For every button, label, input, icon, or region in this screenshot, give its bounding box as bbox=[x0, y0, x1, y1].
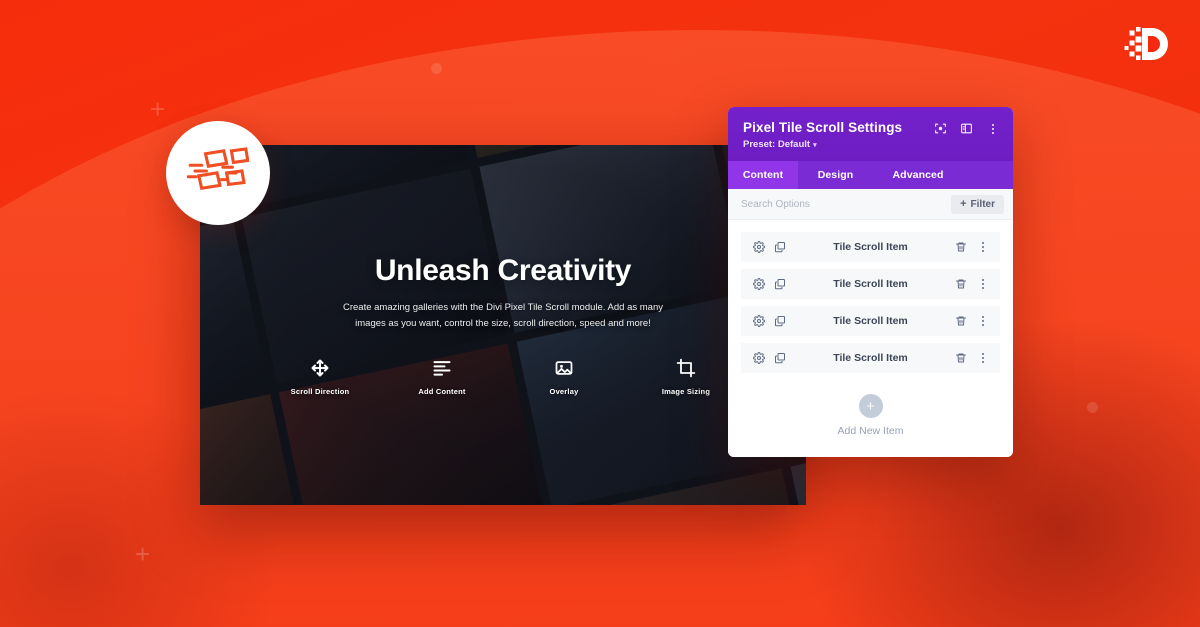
preview-content: Unleash Creativity Create amazing galler… bbox=[200, 145, 806, 505]
gear-icon[interactable] bbox=[753, 278, 765, 290]
filter-label: Filter bbox=[970, 198, 995, 210]
feature-label: Image Sizing bbox=[661, 386, 711, 396]
dot bbox=[981, 353, 984, 355]
gear-icon[interactable] bbox=[753, 352, 765, 364]
add-new-item-label: Add New Item bbox=[837, 425, 904, 437]
trash-icon[interactable] bbox=[955, 278, 967, 290]
duplicate-icon[interactable] bbox=[774, 241, 786, 253]
filter-button[interactable]: + Filter bbox=[951, 194, 1004, 214]
focus-target-icon[interactable] bbox=[934, 122, 947, 135]
divi-pixel-logo-icon bbox=[1120, 16, 1176, 72]
gear-icon[interactable] bbox=[753, 315, 765, 327]
add-new-item-button[interactable]: + Add New Item bbox=[741, 380, 1000, 457]
tile-scroll-motion-icon bbox=[186, 146, 250, 200]
trash-icon[interactable] bbox=[955, 241, 967, 253]
tab-content[interactable]: Content bbox=[728, 161, 798, 189]
module-badge bbox=[166, 121, 270, 225]
preset-selector[interactable]: Preset: Default ▾ bbox=[743, 139, 902, 150]
duplicate-icon[interactable] bbox=[774, 352, 786, 364]
dot bbox=[981, 287, 984, 289]
more-vertical-icon[interactable] bbox=[976, 278, 989, 291]
row-left-actions bbox=[753, 278, 786, 290]
image-overlay-icon bbox=[554, 358, 574, 378]
layout-panel-icon[interactable] bbox=[960, 122, 973, 135]
row-left-actions bbox=[753, 352, 786, 364]
panel-body: Tile Scroll Item Tile Scroll Item Tile Scr… bbox=[728, 220, 1013, 457]
panel-tabs: Content Design Advanced bbox=[728, 161, 1013, 189]
dot bbox=[991, 123, 994, 126]
feature-label: Overlay bbox=[549, 386, 579, 396]
dot bbox=[981, 246, 984, 248]
panel-header-titles: Pixel Tile Scroll Settings Preset: Defau… bbox=[743, 120, 902, 150]
dot bbox=[981, 324, 984, 326]
align-left-list-icon bbox=[432, 358, 452, 378]
website-preview-card: Unleash Creativity Create amazing galler… bbox=[200, 145, 806, 505]
row-right-actions bbox=[955, 278, 989, 291]
dot bbox=[991, 127, 994, 130]
search-bar: Search Options + Filter bbox=[728, 189, 1013, 220]
duplicate-icon[interactable] bbox=[774, 278, 786, 290]
panel-header: Pixel Tile Scroll Settings Preset: Defau… bbox=[728, 107, 1013, 161]
dot bbox=[981, 361, 984, 363]
search-input[interactable]: Search Options bbox=[741, 199, 810, 210]
feature-image-sizing: Image Sizing bbox=[648, 358, 724, 396]
dot bbox=[981, 357, 984, 359]
preset-label: Preset: Default bbox=[743, 139, 811, 150]
chevron-down-icon: ▾ bbox=[813, 141, 817, 149]
tab-design[interactable]: Design bbox=[798, 161, 873, 189]
tab-advanced[interactable]: Advanced bbox=[873, 161, 963, 189]
tile-scroll-item-row[interactable]: Tile Scroll Item bbox=[741, 306, 1000, 336]
dot bbox=[981, 242, 984, 244]
feature-overlay: Overlay bbox=[526, 358, 602, 396]
dot bbox=[991, 131, 994, 134]
feature-label: Add Content bbox=[418, 386, 466, 396]
hero-title: Unleash Creativity bbox=[374, 254, 632, 288]
arrows-move-icon bbox=[310, 358, 330, 378]
module-settings-panel: Pixel Tile Scroll Settings Preset: Defau… bbox=[728, 107, 1013, 457]
more-vertical-icon[interactable] bbox=[976, 315, 989, 328]
panel-header-actions bbox=[934, 120, 999, 135]
feature-add-content: Add Content bbox=[404, 358, 480, 396]
dot bbox=[981, 279, 984, 281]
more-vertical-icon[interactable] bbox=[986, 122, 999, 135]
feature-scroll-direction: Scroll Direction bbox=[282, 358, 358, 396]
trash-icon[interactable] bbox=[955, 352, 967, 364]
plus-circle-icon: + bbox=[858, 394, 883, 418]
tile-scroll-item-row[interactable]: Tile Scroll Item bbox=[741, 269, 1000, 299]
crop-icon bbox=[676, 358, 696, 378]
feature-label: Scroll Direction bbox=[290, 386, 350, 396]
feature-list: Scroll Direction Add Content Overlay Ima… bbox=[282, 358, 724, 396]
gear-icon[interactable] bbox=[753, 241, 765, 253]
plus-icon: + bbox=[960, 197, 967, 210]
hero-subtitle: Create amazing galleries with the Divi P… bbox=[343, 302, 663, 329]
row-left-actions bbox=[753, 315, 786, 327]
tile-scroll-item-row[interactable]: Tile Scroll Item bbox=[741, 232, 1000, 262]
dot bbox=[981, 250, 984, 252]
dot bbox=[981, 320, 984, 322]
dot bbox=[981, 283, 984, 285]
decoration-plus-top-left: + bbox=[150, 94, 166, 124]
duplicate-icon[interactable] bbox=[774, 315, 786, 327]
dot bbox=[981, 316, 984, 318]
panel-title: Pixel Tile Scroll Settings bbox=[743, 120, 903, 135]
trash-icon[interactable] bbox=[955, 315, 967, 327]
row-right-actions bbox=[955, 315, 989, 328]
more-vertical-icon[interactable] bbox=[976, 352, 989, 365]
tile-scroll-item-list: Tile Scroll Item Tile Scroll Item Tile Scr… bbox=[741, 232, 1000, 373]
row-right-actions bbox=[955, 352, 989, 365]
row-left-actions bbox=[753, 241, 786, 253]
row-right-actions bbox=[955, 241, 989, 254]
more-vertical-icon[interactable] bbox=[976, 241, 989, 254]
tile-scroll-item-row[interactable]: Tile Scroll Item bbox=[741, 343, 1000, 373]
